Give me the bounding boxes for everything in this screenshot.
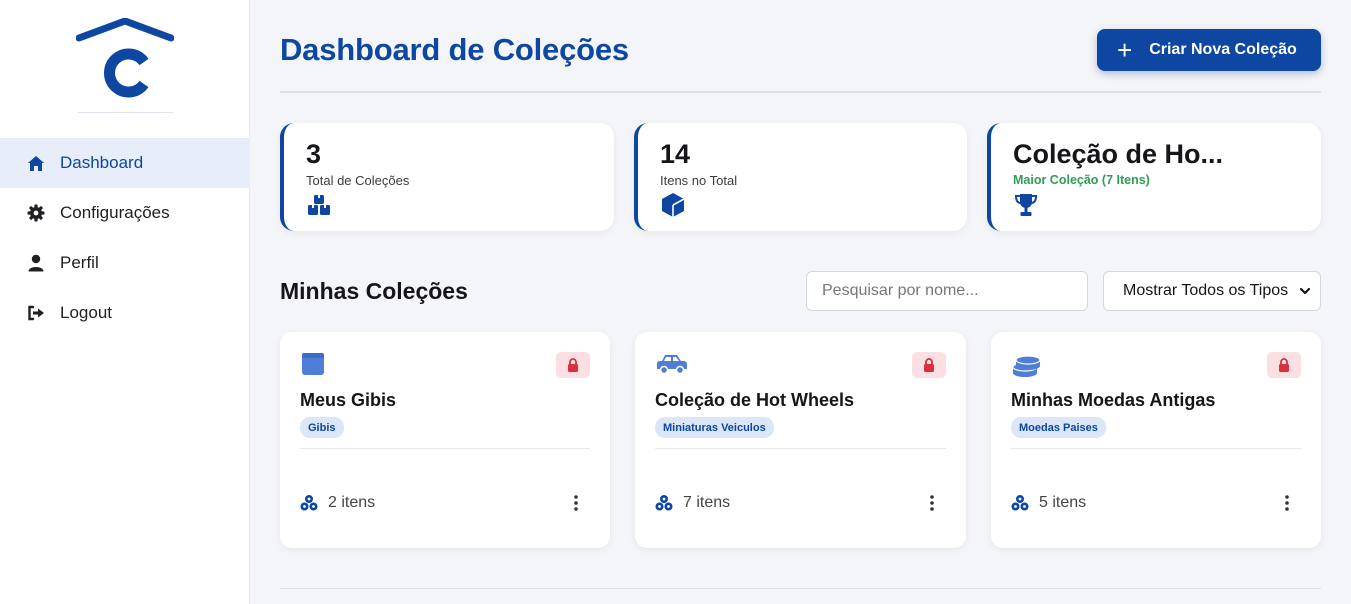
collection-card[interactable]: Coleção de Hot Wheels Miniaturas Veiculo… xyxy=(635,332,966,548)
card-divider xyxy=(655,448,946,449)
lock-button[interactable] xyxy=(912,352,946,378)
sidebar: Dashboard Configurações Perfil Logout xyxy=(0,0,250,604)
lock-button[interactable] xyxy=(556,352,590,378)
collection-type-badge: Moedas Paises xyxy=(1011,417,1106,438)
item-count: 5 itens xyxy=(1011,494,1086,512)
item-count: 7 itens xyxy=(655,494,730,512)
stat-value: Coleção de Ho... xyxy=(1013,139,1224,169)
collection-card[interactable]: Meus Gibis Gibis 2 itens xyxy=(280,332,610,548)
collection-type-badge: Gibis xyxy=(300,417,344,438)
collection-name: Meus Gibis xyxy=(300,390,397,410)
sidebar-item-dashboard[interactable]: Dashboard xyxy=(0,138,250,188)
sidebar-item-configuracoes[interactable]: Configurações xyxy=(0,188,250,238)
stat-card-total-colecoes: 3 Total de Coleções xyxy=(280,123,614,231)
boxes-icon xyxy=(308,195,330,215)
sidebar-nav: Dashboard Configurações Perfil Logout xyxy=(0,138,250,338)
plus-icon: + xyxy=(1117,35,1133,65)
home-icon xyxy=(26,153,46,173)
card-divider xyxy=(300,448,590,449)
sidebar-item-label: Configurações xyxy=(60,203,170,222)
items-icon xyxy=(655,495,673,511)
page-title: Dashboard de Coleções xyxy=(280,32,629,67)
chevron-down-icon xyxy=(1299,287,1311,295)
create-collection-button[interactable]: + Criar Nova Coleção xyxy=(1097,29,1321,71)
stat-card-itens-total: 14 Itens no Total xyxy=(634,123,967,231)
sidebar-item-label: Logout xyxy=(60,303,112,322)
more-options-button[interactable] xyxy=(1279,492,1295,514)
stat-label: Total de Coleções xyxy=(306,173,410,188)
collection-name: Coleção de Hot Wheels xyxy=(655,390,855,410)
book-icon xyxy=(302,353,324,375)
logo-icon[interactable] xyxy=(76,18,174,98)
filter-selected-value: Mostrar Todos os Tipos xyxy=(1123,282,1289,299)
logo-divider xyxy=(78,112,173,113)
cube-icon xyxy=(662,193,685,217)
collection-card[interactable]: Minhas Moedas Antigas Moedas Paises 5 it… xyxy=(991,332,1321,548)
sidebar-item-label: Dashboard xyxy=(60,153,144,172)
vertical-dots-icon xyxy=(930,495,934,511)
coins-icon xyxy=(1012,355,1041,377)
lock-button[interactable] xyxy=(1267,352,1301,378)
items-icon xyxy=(300,495,318,511)
sidebar-item-label: Perfil xyxy=(60,253,99,272)
user-icon xyxy=(26,253,46,273)
item-count-text: 7 itens xyxy=(683,494,731,511)
section-title: Minhas Coleções xyxy=(280,278,468,304)
vertical-dots-icon xyxy=(574,495,578,511)
gear-icon xyxy=(26,203,46,223)
trophy-icon xyxy=(1014,194,1038,216)
stat-label: Itens no Total xyxy=(660,173,738,188)
sidebar-item-perfil[interactable]: Perfil xyxy=(0,238,250,288)
search-input[interactable] xyxy=(806,271,1088,311)
sidebar-item-logout[interactable]: Logout xyxy=(0,288,250,338)
items-icon xyxy=(1011,495,1029,511)
type-filter-select[interactable]: Mostrar Todos os Tipos xyxy=(1103,271,1321,311)
logout-icon xyxy=(26,303,46,323)
lock-icon xyxy=(1279,358,1289,372)
create-collection-label: Criar Nova Coleção xyxy=(1149,41,1297,58)
collection-type-badge: Miniaturas Veiculos xyxy=(655,417,774,438)
stat-label: Maior Coleção (7 Itens) xyxy=(1013,173,1150,187)
stat-card-maior-colecao: Coleção de Ho... Maior Coleção (7 Itens) xyxy=(987,123,1321,231)
item-count-text: 2 itens xyxy=(328,494,376,511)
stat-value: 3 xyxy=(306,139,322,169)
main-content: Dashboard de Coleções + Criar Nova Coleç… xyxy=(250,0,1351,604)
collection-name: Minhas Moedas Antigas xyxy=(1011,390,1216,410)
card-divider xyxy=(1011,448,1301,449)
lock-icon xyxy=(924,358,934,372)
more-options-button[interactable] xyxy=(924,492,940,514)
vertical-dots-icon xyxy=(1285,495,1289,511)
lock-icon xyxy=(568,358,578,372)
car-icon xyxy=(657,355,687,375)
stat-value: 14 xyxy=(660,139,691,169)
item-count-text: 5 itens xyxy=(1039,494,1087,511)
more-options-button[interactable] xyxy=(568,492,584,514)
header-divider xyxy=(280,91,1321,93)
item-count: 2 itens xyxy=(300,494,375,512)
footer-divider xyxy=(280,588,1321,589)
